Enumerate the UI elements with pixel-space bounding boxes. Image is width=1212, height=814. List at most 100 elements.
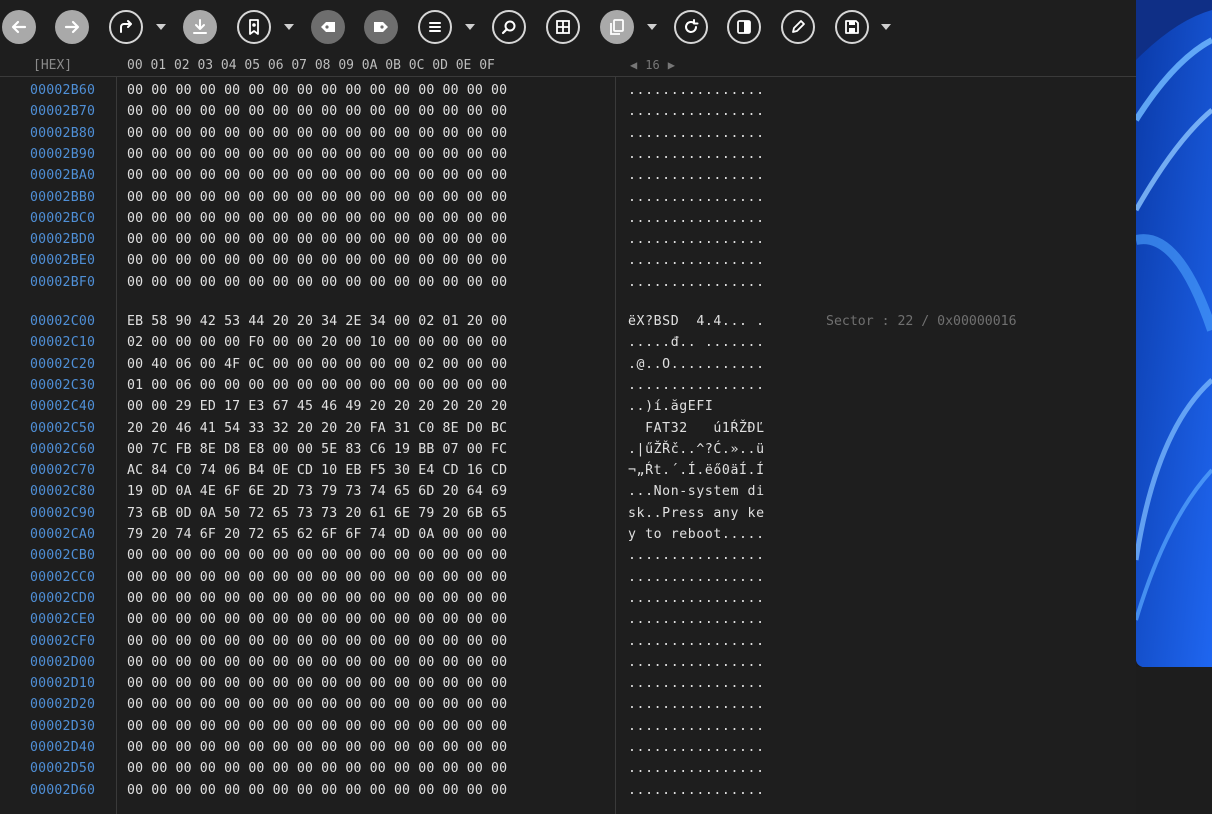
row-hex-bytes[interactable]: 00 00 00 00 00 00 00 00 00 00 00 00 00 0… <box>127 652 507 673</box>
row-hex-bytes[interactable]: 20 20 46 41 54 33 32 20 20 20 FA 31 C0 8… <box>127 418 507 439</box>
row-address[interactable]: 00002D20 <box>30 694 95 715</box>
row-hex-bytes[interactable]: 19 0D 0A 4E 6F 6E 2D 73 79 73 74 65 6D 2… <box>127 481 507 502</box>
row-address[interactable]: 00002C60 <box>30 439 95 460</box>
row-address[interactable]: 00002D60 <box>30 780 95 801</box>
row-address[interactable]: 00002B60 <box>30 80 95 101</box>
row-ascii[interactable]: ................ <box>628 165 765 186</box>
row-hex-bytes[interactable]: 00 00 00 00 00 00 00 00 00 00 00 00 00 0… <box>127 609 507 630</box>
row-address[interactable]: 00002C10 <box>30 332 95 353</box>
row-ascii[interactable]: ................ <box>628 208 765 229</box>
row-address[interactable]: 00002D50 <box>30 758 95 779</box>
row-ascii[interactable]: ................ <box>628 229 765 250</box>
bookmark-dropdown[interactable] <box>283 20 295 34</box>
row-hex-bytes[interactable]: 00 00 00 00 00 00 00 00 00 00 00 00 00 0… <box>127 250 507 271</box>
row-ascii[interactable]: ................ <box>628 758 765 779</box>
list-button[interactable] <box>418 10 452 44</box>
row-hex-bytes[interactable]: 00 00 00 00 00 00 00 00 00 00 00 00 00 0… <box>127 737 507 758</box>
row-hex-bytes[interactable]: EB 58 90 42 53 44 20 20 34 2E 34 00 02 0… <box>127 311 507 332</box>
row-address[interactable]: 00002C90 <box>30 503 95 524</box>
search-button[interactable] <box>492 10 526 44</box>
row-hex-bytes[interactable]: 00 00 00 00 00 00 00 00 00 00 00 00 00 0… <box>127 631 507 652</box>
row-address[interactable]: 00002CB0 <box>30 545 95 566</box>
row-hex-bytes[interactable]: 00 00 00 00 00 00 00 00 00 00 00 00 00 0… <box>127 165 507 186</box>
row-ascii[interactable]: ................ <box>628 101 765 122</box>
row-hex-bytes[interactable]: 00 00 00 00 00 00 00 00 00 00 00 00 00 0… <box>127 123 507 144</box>
row-ascii[interactable]: ................ <box>628 631 765 652</box>
row-ascii[interactable]: ...Non-system di <box>628 481 765 502</box>
row-hex-bytes[interactable]: 73 6B 0D 0A 50 72 65 73 73 20 61 6E 79 2… <box>127 503 507 524</box>
list-dropdown[interactable] <box>464 20 476 34</box>
row-address[interactable]: 00002BE0 <box>30 250 95 271</box>
row-ascii[interactable]: ................ <box>628 609 765 630</box>
row-address[interactable]: 00002BF0 <box>30 272 95 293</box>
row-ascii[interactable]: ................ <box>628 737 765 758</box>
prev-width-button[interactable]: ◀ <box>630 58 637 72</box>
row-ascii[interactable]: ................ <box>628 567 765 588</box>
row-ascii[interactable]: ..)í.ăgEFI <box>628 396 765 417</box>
row-address[interactable]: 00002CF0 <box>30 631 95 652</box>
row-ascii[interactable]: ................ <box>628 123 765 144</box>
row-hex-bytes[interactable]: 00 00 00 00 00 00 00 00 00 00 00 00 00 0… <box>127 694 507 715</box>
row-hex-bytes[interactable]: 00 00 00 00 00 00 00 00 00 00 00 00 00 0… <box>127 780 507 801</box>
row-address[interactable]: 00002C20 <box>30 354 95 375</box>
row-hex-bytes[interactable]: 00 00 00 00 00 00 00 00 00 00 00 00 00 0… <box>127 588 507 609</box>
edit-button[interactable] <box>781 10 815 44</box>
row-address[interactable]: 00002BD0 <box>30 229 95 250</box>
row-address[interactable]: 00002CA0 <box>30 524 95 545</box>
row-hex-bytes[interactable]: 02 00 00 00 00 F0 00 00 20 00 10 00 00 0… <box>127 332 507 353</box>
row-hex-bytes[interactable]: 00 00 00 00 00 00 00 00 00 00 00 00 00 0… <box>127 208 507 229</box>
row-address[interactable]: 00002D10 <box>30 673 95 694</box>
row-ascii[interactable]: .@..O........... <box>628 354 765 375</box>
prev-bookmark-button[interactable] <box>311 10 345 44</box>
row-address[interactable]: 00002B80 <box>30 123 95 144</box>
row-ascii[interactable]: ................ <box>628 780 765 801</box>
row-ascii[interactable]: ................ <box>628 80 765 101</box>
row-hex-bytes[interactable]: 79 20 74 6F 20 72 65 62 6F 6F 74 0D 0A 0… <box>127 524 507 545</box>
refresh-button[interactable] <box>674 10 708 44</box>
row-hex-bytes[interactable]: 00 00 00 00 00 00 00 00 00 00 00 00 00 0… <box>127 716 507 737</box>
row-hex-bytes[interactable]: 00 40 06 00 4F 0C 00 00 00 00 00 00 02 0… <box>127 354 507 375</box>
row-hex-bytes[interactable]: 00 00 00 00 00 00 00 00 00 00 00 00 00 0… <box>127 545 507 566</box>
next-bookmark-button[interactable] <box>364 10 398 44</box>
row-address[interactable]: 00002CC0 <box>30 567 95 588</box>
row-address[interactable]: 00002C50 <box>30 418 95 439</box>
row-hex-bytes[interactable]: 00 00 00 00 00 00 00 00 00 00 00 00 00 0… <box>127 187 507 208</box>
row-ascii[interactable]: ................ <box>628 187 765 208</box>
panel-button[interactable] <box>727 10 761 44</box>
row-ascii[interactable]: FAT32 ú1ŔŽĐĽ <box>628 418 765 439</box>
row-address[interactable]: 00002B70 <box>30 101 95 122</box>
row-hex-bytes[interactable]: 00 00 00 00 00 00 00 00 00 00 00 00 00 0… <box>127 101 507 122</box>
row-hex-bytes[interactable]: 00 7C FB 8E D8 E8 00 00 5E 83 C6 19 BB 0… <box>127 439 507 460</box>
save-dropdown[interactable] <box>880 20 892 34</box>
next-width-button[interactable]: ▶ <box>668 58 675 72</box>
row-hex-bytes[interactable]: 00 00 29 ED 17 E3 67 45 46 49 20 20 20 2… <box>127 396 507 417</box>
row-ascii[interactable]: ................ <box>628 375 765 396</box>
row-ascii[interactable]: ................ <box>628 588 765 609</box>
row-address[interactable]: 00002BA0 <box>30 165 95 186</box>
bookmark-button[interactable] <box>237 10 271 44</box>
row-ascii[interactable]: ................ <box>628 144 765 165</box>
row-ascii[interactable]: ................ <box>628 716 765 737</box>
row-address[interactable]: 00002C80 <box>30 481 95 502</box>
row-hex-bytes[interactable]: AC 84 C0 74 06 B4 0E CD 10 EB F5 30 E4 C… <box>127 460 507 481</box>
row-hex-bytes[interactable]: 00 00 00 00 00 00 00 00 00 00 00 00 00 0… <box>127 567 507 588</box>
row-address[interactable]: 00002BB0 <box>30 187 95 208</box>
row-address[interactable]: 00002C00 <box>30 311 95 332</box>
row-ascii[interactable]: ................ <box>628 652 765 673</box>
row-ascii[interactable]: ................ <box>628 694 765 715</box>
row-hex-bytes[interactable]: 00 00 00 00 00 00 00 00 00 00 00 00 00 0… <box>127 272 507 293</box>
row-ascii[interactable]: ................ <box>628 272 765 293</box>
download-button[interactable] <box>183 10 217 44</box>
row-address[interactable]: 00002C40 <box>30 396 95 417</box>
row-ascii[interactable]: sk..Press any ke <box>628 503 765 524</box>
forward-button[interactable] <box>55 10 89 44</box>
row-ascii[interactable]: ................ <box>628 250 765 271</box>
row-hex-bytes[interactable]: 00 00 00 00 00 00 00 00 00 00 00 00 00 0… <box>127 144 507 165</box>
row-hex-bytes[interactable]: 00 00 00 00 00 00 00 00 00 00 00 00 00 0… <box>127 673 507 694</box>
row-address[interactable]: 00002D00 <box>30 652 95 673</box>
row-hex-bytes[interactable]: 00 00 00 00 00 00 00 00 00 00 00 00 00 0… <box>127 229 507 250</box>
row-ascii[interactable]: ëX?BSD 4.4... . <box>628 311 765 332</box>
save-button[interactable] <box>835 10 869 44</box>
row-address[interactable]: 00002C30 <box>30 375 95 396</box>
row-address[interactable]: 00002B90 <box>30 144 95 165</box>
